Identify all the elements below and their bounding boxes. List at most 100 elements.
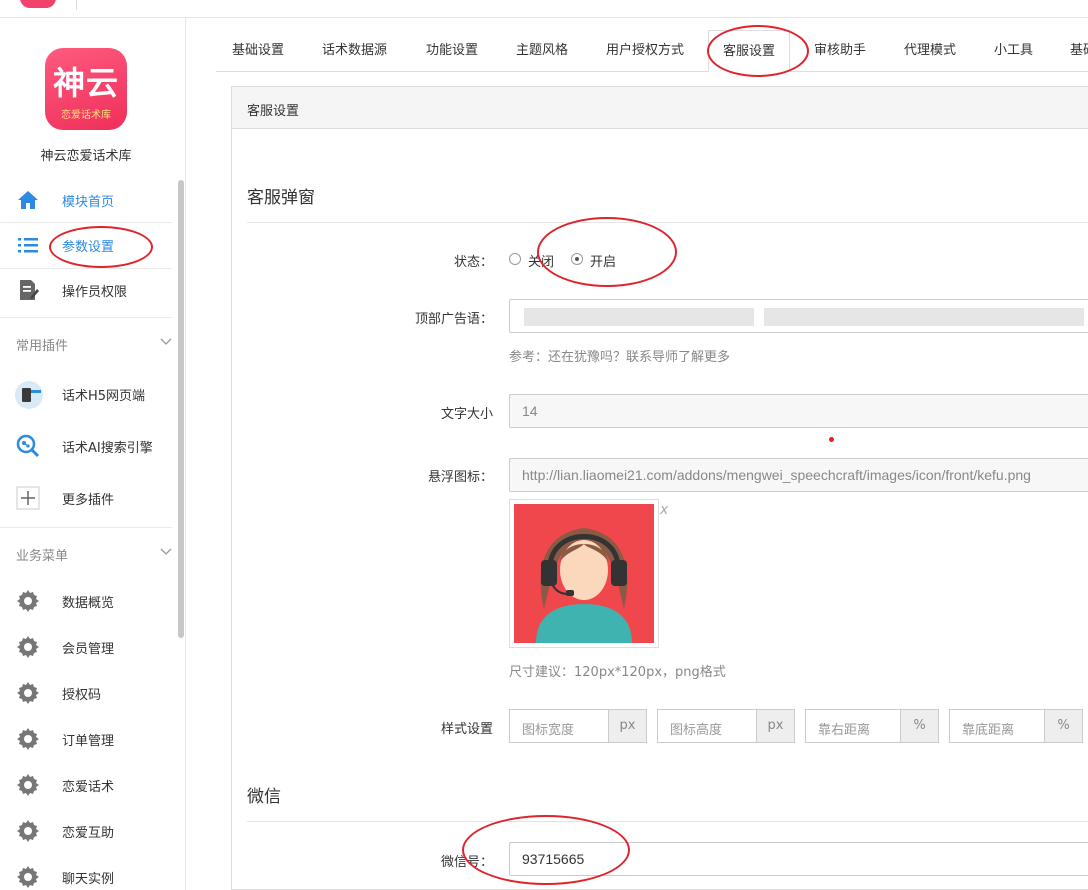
- sidebar-item-auth-code[interactable]: 授权码: [0, 671, 172, 715]
- home-icon: [18, 191, 38, 209]
- sidebar: 神云 恋爱话术库 神云恋爱话术库 模块首页 参数设置 操作员权限 常用插件 话术…: [0, 18, 186, 890]
- sidebar-item-module-home[interactable]: 模块首页: [0, 178, 172, 222]
- ad-slogan-label: 顶部广告语：: [414, 312, 493, 327]
- sidebar-item-members[interactable]: 会员管理: [0, 625, 172, 669]
- unit-px: px: [608, 710, 646, 742]
- gear-icon: [17, 820, 39, 842]
- icon-width-placeholder: 图标宽度: [522, 723, 575, 738]
- sidebar-item-param-settings[interactable]: 参数设置: [0, 223, 172, 267]
- sidebar-item-label: 恋爱互助: [62, 826, 115, 841]
- section-title-wechat: 微信: [247, 787, 281, 807]
- h5-page-icon: [15, 381, 43, 409]
- sidebar-item-label: 操作员权限: [62, 285, 128, 300]
- floating-icon-help: 尺寸建议：120px*120px，png格式: [509, 665, 726, 680]
- sidebar-item-label: 恋爱话术: [62, 780, 115, 795]
- sidebar-item-chat-examples[interactable]: 聊天实例: [0, 855, 172, 890]
- sidebar-scrollbar[interactable]: [178, 180, 184, 638]
- tab-user-auth[interactable]: 用户授权方式: [606, 30, 684, 72]
- app-logo: 神云 恋爱话术库: [45, 48, 127, 130]
- document-edit-icon: [20, 280, 39, 300]
- sidebar-item-orders[interactable]: 订单管理: [0, 717, 172, 761]
- customer-service-avatar-icon: [514, 504, 654, 643]
- gear-icon: [17, 866, 39, 888]
- sidebar-item-label: 参数设置: [62, 240, 115, 255]
- app-name: 神云恋爱话术库: [40, 149, 132, 164]
- sidebar-item-data-overview[interactable]: 数据概览: [0, 579, 172, 623]
- bottom-distance-input[interactable]: 靠底距离 %: [949, 709, 1083, 743]
- status-on-label[interactable]: 开启: [590, 251, 616, 270]
- blurred-text: [524, 308, 754, 326]
- gear-icon: [17, 774, 39, 796]
- wechat-id-input[interactable]: 93715665: [509, 842, 1088, 876]
- panel-header: 客服设置: [232, 87, 1088, 129]
- tab-basic-settings[interactable]: 基础设置: [232, 30, 284, 72]
- sidebar-item-h5-web[interactable]: 话术H5网页端: [0, 372, 172, 416]
- chevron-down-icon[interactable]: [160, 336, 172, 348]
- sidebar-item-love-scripts[interactable]: 恋爱话术: [0, 763, 172, 807]
- sidebar-item-ai-search[interactable]: 话术AI搜索引擎: [0, 424, 172, 468]
- remove-image-icon[interactable]: x: [660, 502, 668, 518]
- tab-tools[interactable]: 小工具: [994, 30, 1033, 72]
- sidebar-item-label: 数据概览: [62, 596, 115, 611]
- sidebar-item-love-help[interactable]: 恋爱互助: [0, 809, 172, 853]
- ad-slogan-input[interactable]: [509, 299, 1088, 333]
- top-bar: [0, 0, 1088, 18]
- icon-height-input[interactable]: 图标高度 px: [657, 709, 795, 743]
- font-size-label: 文字大小: [440, 407, 493, 422]
- divider: [0, 527, 172, 528]
- section-divider: [247, 821, 1088, 822]
- tab-theme-style[interactable]: 主题风格: [516, 30, 568, 72]
- top-logo-fragment: [20, 0, 56, 8]
- gear-icon: [17, 590, 39, 612]
- right-distance-placeholder: 靠右距离: [818, 723, 871, 738]
- right-distance-input[interactable]: 靠右距离 %: [805, 709, 939, 743]
- top-divider: [76, 0, 77, 10]
- sidebar-item-label: 授权码: [62, 688, 102, 703]
- font-size-input[interactable]: 14: [509, 394, 1088, 428]
- style-settings-label: 样式设置: [440, 722, 493, 737]
- icon-height-placeholder: 图标高度: [670, 723, 723, 738]
- sidebar-group-plugins[interactable]: 常用插件: [16, 335, 68, 354]
- sidebar-item-label: 话术AI搜索引擎: [62, 441, 153, 456]
- tab-script-datasource[interactable]: 话术数据源: [322, 30, 387, 72]
- sidebar-item-label: 订单管理: [62, 734, 115, 749]
- list-settings-icon: [18, 238, 38, 253]
- floating-icon-preview: [509, 499, 659, 648]
- tab-bar: 基础设置 话术数据源 功能设置 主题风格 用户授权方式 客服设置 审核助手 代理…: [216, 30, 1088, 72]
- gear-icon: [17, 682, 39, 704]
- icon-width-input[interactable]: 图标宽度 px: [509, 709, 647, 743]
- status-label: 状态：: [453, 255, 493, 270]
- floating-icon-url-input[interactable]: http://lian.liaomei21.com/addons/mengwei…: [509, 458, 1088, 492]
- chevron-down-icon[interactable]: [160, 546, 172, 558]
- app-logo-subtext: 恋爱话术库: [61, 110, 111, 121]
- blurred-text: [764, 308, 1084, 326]
- unit-percent: %: [900, 710, 938, 742]
- ad-slogan-help: 参考：还在犹豫吗？联系导师了解更多: [509, 350, 731, 365]
- status-off-label[interactable]: 关闭: [528, 251, 554, 270]
- sidebar-group-business[interactable]: 业务菜单: [16, 545, 68, 564]
- sidebar-item-label: 聊天实例: [62, 872, 115, 887]
- tab-customer-service[interactable]: 客服设置: [708, 30, 791, 72]
- status-on-radio[interactable]: [571, 253, 583, 265]
- status-off-radio[interactable]: [509, 253, 521, 265]
- app-logo-text: 神云: [52, 64, 119, 102]
- sidebar-item-label: 话术H5网页端: [62, 389, 146, 404]
- floating-icon-label: 悬浮图标：: [427, 470, 493, 485]
- unit-px: px: [756, 710, 794, 742]
- sidebar-item-label: 更多插件: [62, 493, 115, 508]
- tab-agent-mode[interactable]: 代理模式: [904, 30, 956, 72]
- ai-search-icon: [16, 434, 40, 458]
- sidebar-item-label: 会员管理: [62, 642, 115, 657]
- divider: [0, 317, 172, 318]
- red-dot-mark: [829, 437, 834, 442]
- tab-basic-more[interactable]: 基础: [1070, 30, 1088, 72]
- gear-icon: [17, 728, 39, 750]
- unit-percent: %: [1044, 710, 1082, 742]
- sidebar-item-operator-permissions[interactable]: 操作员权限: [0, 268, 172, 312]
- sidebar-item-label: 模块首页: [62, 195, 115, 210]
- section-divider: [247, 222, 1088, 223]
- tab-feature-settings[interactable]: 功能设置: [426, 30, 478, 72]
- tab-review-assistant[interactable]: 审核助手: [814, 30, 866, 72]
- panel-title: 客服设置: [247, 104, 300, 119]
- sidebar-item-more-plugins[interactable]: 更多插件: [0, 476, 172, 520]
